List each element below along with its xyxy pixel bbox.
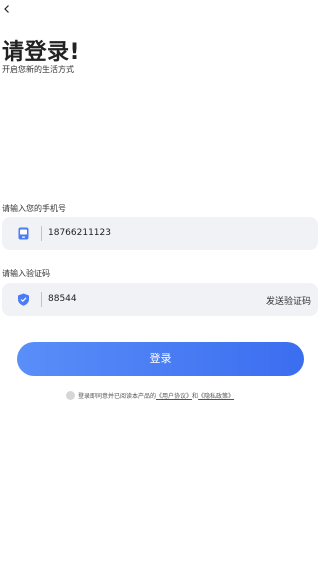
phone-label: 请输入您的手机号 xyxy=(2,204,66,213)
privacy-policy-link[interactable]: 《隐私政策》 xyxy=(198,391,234,400)
page-subtitle: 开启您新的生活方式 xyxy=(2,65,74,74)
login-button[interactable]: 登录 xyxy=(17,342,304,376)
code-field[interactable]: 88544 发送验证码 xyxy=(2,283,318,316)
shield-icon xyxy=(18,293,29,306)
user-agreement-link[interactable]: 《用户协议》 xyxy=(156,391,192,400)
phone-input[interactable]: 18766211123 xyxy=(48,228,111,238)
phone-icon xyxy=(18,227,29,240)
send-code-button[interactable]: 发送验证码 xyxy=(266,294,311,307)
agreement-row: 登录即同意并已阅读本产品的 《用户协议》 和 《隐私政策》 xyxy=(66,391,234,400)
agreement-checkbox[interactable] xyxy=(66,391,75,400)
code-input[interactable]: 88544 xyxy=(48,294,77,304)
page-title: 请登录! xyxy=(2,40,81,65)
chevron-left-icon xyxy=(4,5,9,13)
agreement-prefix: 登录即同意并已阅读本产品的 xyxy=(78,393,157,400)
phone-field[interactable]: 18766211123 xyxy=(2,217,318,250)
code-label: 请输入验证码 xyxy=(2,269,50,278)
back-button[interactable] xyxy=(2,2,18,18)
field-divider xyxy=(41,226,42,241)
field-divider xyxy=(41,292,42,307)
